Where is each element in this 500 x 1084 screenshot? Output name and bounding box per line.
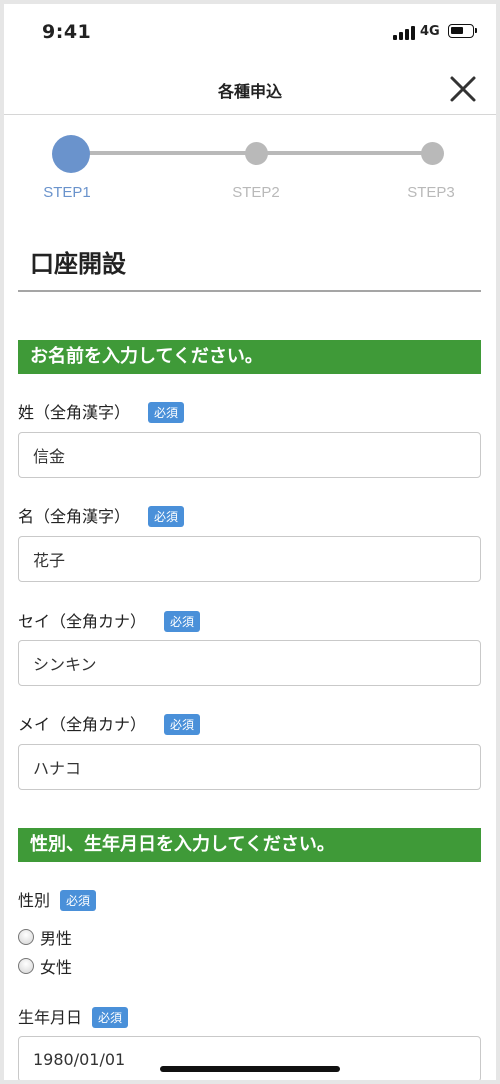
field-label-text: 名（全角漢字） (18, 507, 131, 526)
first-name-kana-label: メイ（全角カナ） 必須 (18, 711, 201, 735)
first-name-kana-input[interactable] (18, 744, 481, 790)
required-badge: 必須 (148, 402, 185, 423)
page-title: 口座開設 (30, 250, 126, 278)
last-name-kana-label: セイ（全角カナ） 必須 (18, 608, 201, 632)
field-label-text: メイ（全角カナ） (18, 715, 147, 734)
field-label-text: セイ（全角カナ） (18, 612, 147, 631)
gender-option-male[interactable]: 男性 (18, 925, 72, 949)
progress-stepper: STEP1 STEP2 STEP3 (4, 116, 496, 216)
step-2-dot (245, 142, 268, 165)
app-screen: 9:41 4G 各種申込 STEP1 STEP2 STEP3 口座開設 お名前を… (4, 4, 496, 1080)
required-badge: 必須 (148, 506, 185, 527)
step-1-dot (52, 135, 90, 173)
gender-label: 性別 必須 (18, 887, 97, 911)
required-badge: 必須 (164, 714, 201, 735)
required-badge: 必須 (92, 1007, 129, 1028)
first-name-kanji-label: 名（全角漢字） 必須 (18, 503, 185, 527)
gender-option-female[interactable]: 女性 (18, 954, 72, 978)
birthdate-input[interactable] (18, 1036, 481, 1080)
step-2-label: STEP2 (232, 184, 280, 201)
battery-icon (448, 24, 477, 38)
step-3-label: STEP3 (407, 184, 455, 201)
radio-label: 女性 (40, 958, 73, 977)
status-bar: 9:41 4G (4, 4, 496, 62)
last-name-kana-input[interactable] (18, 640, 481, 686)
field-label-text: 性別 (18, 891, 51, 910)
step-1-label: STEP1 (43, 184, 91, 201)
nav-title: 各種申込 (217, 82, 282, 101)
last-name-kanji-label: 姓（全角漢字） 必須 (18, 399, 185, 423)
required-badge: 必須 (60, 890, 97, 911)
network-type: 4G (420, 24, 440, 39)
step-3-dot (421, 142, 444, 165)
radio-label: 男性 (40, 929, 73, 948)
required-badge: 必須 (164, 611, 201, 632)
signal-icon (393, 26, 415, 40)
close-icon (450, 76, 476, 102)
title-divider (18, 290, 481, 292)
last-name-kanji-input[interactable] (18, 432, 481, 478)
field-label-text: 姓（全角漢字） (18, 403, 131, 422)
section-heading-gender-birthdate: 性別、生年月日を入力してください。 (18, 828, 481, 862)
status-time: 9:41 (42, 21, 92, 43)
close-button[interactable] (446, 72, 480, 106)
first-name-kanji-input[interactable] (18, 536, 481, 582)
radio-button[interactable] (18, 929, 34, 945)
section-heading-name: お名前を入力してください。 (18, 340, 481, 374)
field-label-text: 生年月日 (18, 1008, 83, 1027)
home-indicator (160, 1066, 340, 1072)
birthdate-label: 生年月日 必須 (18, 1004, 129, 1028)
radio-button[interactable] (18, 958, 34, 974)
nav-header: 各種申込 (4, 62, 496, 115)
